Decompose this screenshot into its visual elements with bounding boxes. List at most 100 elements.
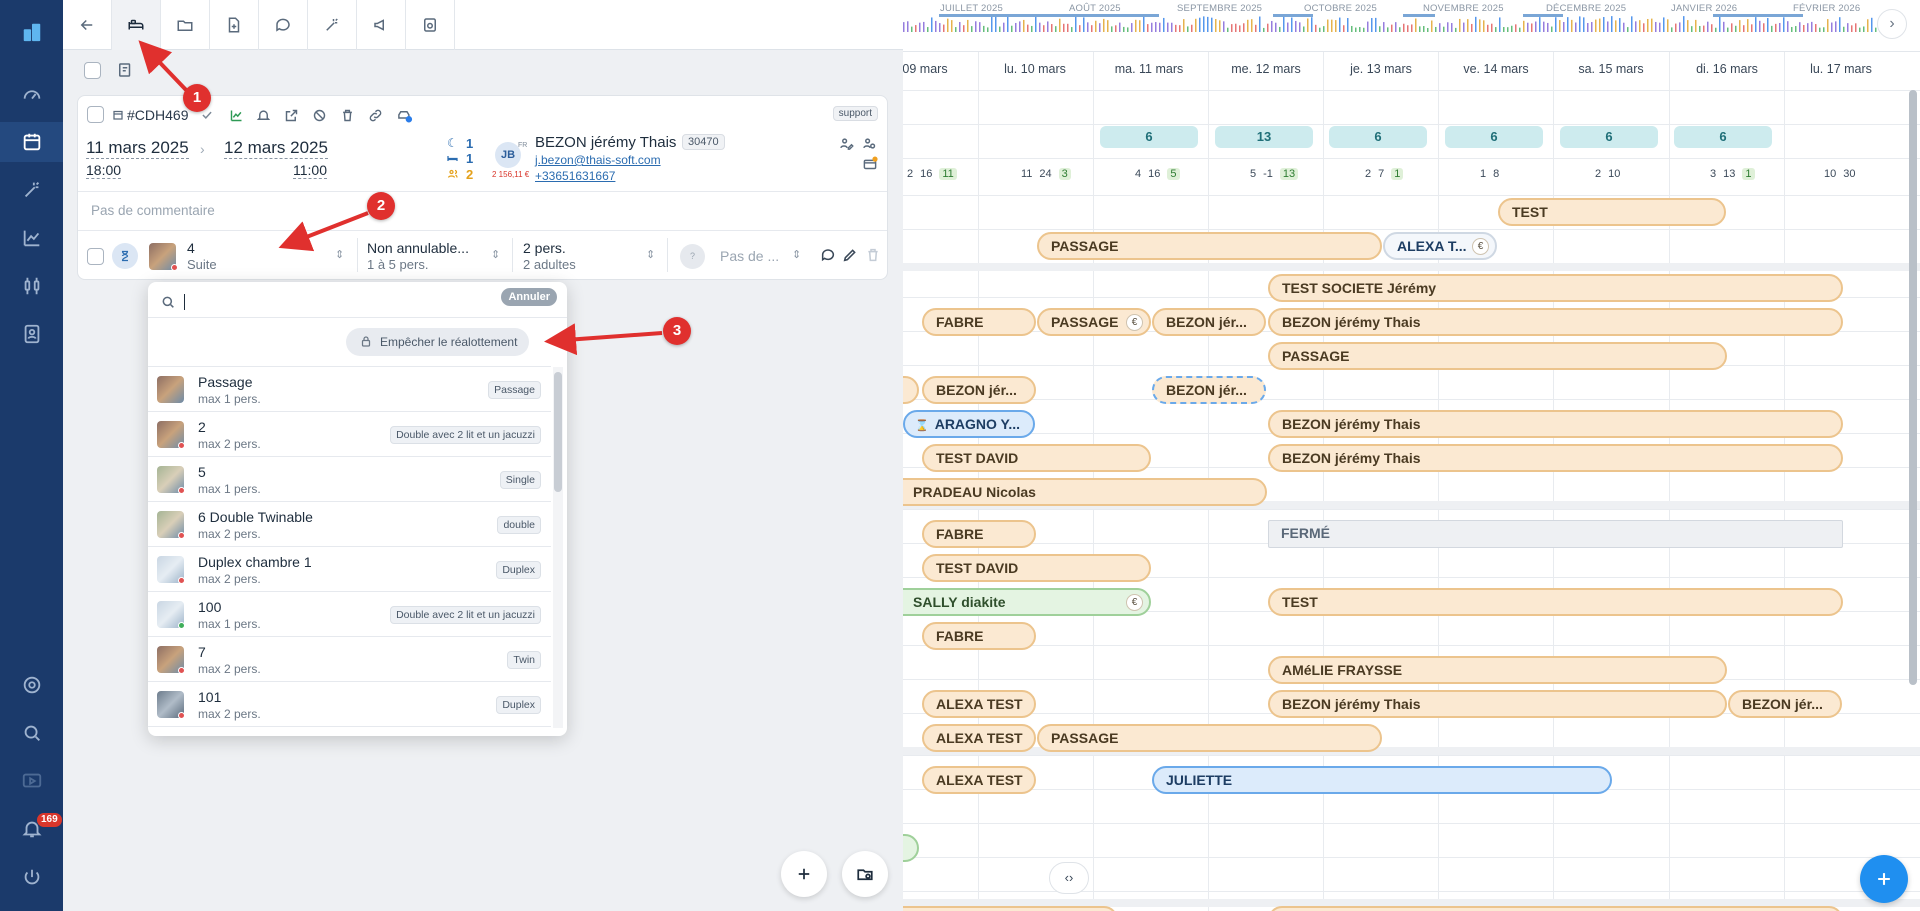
add-booking-button[interactable] bbox=[1860, 855, 1908, 903]
room-option[interactable]: 7 max 2 pers. Twin bbox=[148, 637, 551, 682]
booking-bar[interactable]: ⌛ ARAGNO Y... bbox=[903, 410, 1035, 438]
room-option[interactable]: 2 max 2 pers. Double avec 2 lit et un jacu… bbox=[148, 412, 551, 457]
car-add-icon[interactable] bbox=[396, 108, 413, 123]
booking-bar[interactable]: PRADEAU Nicolas bbox=[903, 478, 1267, 506]
code-toggle-icon[interactable]: ‹› bbox=[1049, 862, 1089, 894]
booking-bar[interactable]: PASSAGE bbox=[1037, 724, 1382, 752]
folder-search-icon[interactable] bbox=[842, 851, 888, 897]
booking-bar[interactable]: BEZON jérémy Thais bbox=[1268, 690, 1727, 718]
booking-bar[interactable] bbox=[1268, 906, 1843, 911]
booking-bar[interactable]: BEZON jér... bbox=[1728, 690, 1842, 718]
trash-icon[interactable] bbox=[865, 247, 881, 263]
link-icon[interactable] bbox=[368, 108, 383, 123]
cancel-search-button[interactable]: Annuler bbox=[501, 288, 557, 306]
back-arrow-icon[interactable] bbox=[63, 0, 112, 50]
hotel-logo-icon[interactable] bbox=[0, 12, 63, 52]
bell-icon[interactable] bbox=[256, 108, 271, 123]
magic-wand-icon[interactable] bbox=[308, 0, 357, 50]
note-select-chevron-icon[interactable]: ⇕ bbox=[792, 248, 801, 261]
stats-chart-icon[interactable] bbox=[0, 218, 63, 258]
booking-bar[interactable]: TEST bbox=[1498, 198, 1726, 226]
folder-icon[interactable] bbox=[161, 0, 210, 50]
day-count-badge[interactable]: 6 bbox=[1329, 126, 1427, 148]
magic-wand-icon[interactable] bbox=[0, 170, 63, 210]
booking-bar[interactable]: FABRE bbox=[922, 520, 1036, 548]
booking-bar[interactable]: ALEXA TEST bbox=[922, 724, 1036, 752]
booking-bar[interactable]: TEST bbox=[1268, 588, 1843, 616]
room-list-scrollbar[interactable] bbox=[553, 367, 563, 728]
search-icon[interactable] bbox=[0, 713, 63, 753]
rate-name[interactable]: Non annulable... bbox=[367, 240, 469, 256]
booking-bar-dragging[interactable]: BEZON jér... bbox=[1152, 376, 1266, 404]
chat-icon[interactable] bbox=[259, 0, 308, 50]
arrival-date[interactable]: 11 mars 2025 bbox=[86, 138, 189, 159]
day-count-badge[interactable]: 6 bbox=[1100, 126, 1198, 148]
booking-bar[interactable]: ALEXA T... € bbox=[1383, 232, 1497, 260]
notes-icon[interactable] bbox=[116, 61, 134, 79]
closed-period-bar[interactable]: FERMÉ bbox=[1268, 520, 1843, 548]
dashboard-icon[interactable] bbox=[0, 74, 63, 114]
booking-bar[interactable]: FABRE bbox=[922, 308, 1036, 336]
booking-bar[interactable]: PASSAGE € bbox=[1037, 308, 1151, 336]
booking-bar[interactable]: TEST DAVID bbox=[922, 444, 1151, 472]
document-add-icon[interactable] bbox=[210, 0, 259, 50]
booking-bar[interactable]: BEZON jér... bbox=[922, 376, 1036, 404]
block-icon[interactable] bbox=[312, 108, 327, 123]
bed-icon[interactable] bbox=[112, 0, 161, 50]
day-count-badge[interactable]: 6 bbox=[1674, 126, 1772, 148]
booking-bar[interactable]: SALLY diakite € bbox=[903, 588, 1151, 616]
power-icon[interactable] bbox=[0, 858, 63, 898]
booking-bar[interactable]: AMéLIE FRAYSSE bbox=[1268, 656, 1727, 684]
calendar-scrollbar[interactable] bbox=[1909, 90, 1917, 685]
line-note[interactable]: Pas de ... bbox=[720, 248, 779, 264]
booking-bar[interactable]: BEZON jérémy Thais bbox=[1268, 410, 1843, 438]
booking-checkbox[interactable] bbox=[87, 106, 104, 123]
add-button[interactable] bbox=[781, 851, 827, 897]
sliders-icon[interactable] bbox=[0, 266, 63, 306]
arrival-time[interactable]: 18:00 bbox=[86, 162, 122, 179]
megaphone-icon[interactable] bbox=[357, 0, 406, 50]
calendar-icon[interactable] bbox=[0, 122, 63, 162]
comment-icon[interactable] bbox=[820, 247, 836, 263]
edit-user-icon[interactable] bbox=[839, 136, 854, 151]
user-search-icon[interactable] bbox=[862, 136, 877, 151]
guest-avatar[interactable]: ? bbox=[680, 244, 705, 269]
booking-bar[interactable]: BEZON jérémy Thais bbox=[1268, 444, 1843, 472]
pencil-icon[interactable] bbox=[842, 247, 858, 263]
chart-line-icon[interactable] bbox=[229, 108, 244, 123]
select-all-checkbox[interactable] bbox=[84, 62, 101, 79]
room-option[interactable]: 100 max 1 pers. Double avec 2 lit et un ja… bbox=[148, 592, 551, 637]
booking-bar[interactable]: PASSAGE bbox=[1037, 232, 1382, 260]
room-option[interactable]: Passage max 1 pers. Passage bbox=[148, 367, 551, 412]
comment-field[interactable]: Pas de commentaire bbox=[91, 203, 215, 218]
room-option[interactable]: 5 max 1 pers. Single bbox=[148, 457, 551, 502]
booking-reference[interactable]: #CDH469 bbox=[127, 107, 188, 123]
video-icon[interactable] bbox=[0, 761, 63, 801]
day-count-badge[interactable]: 13 bbox=[1215, 126, 1313, 148]
booking-bar[interactable]: ALEXA TEST bbox=[922, 766, 1036, 794]
booking-bar[interactable]: TEST DAVID bbox=[922, 554, 1151, 582]
rate-select-chevron-icon[interactable]: ⇕ bbox=[491, 248, 500, 261]
wallet-alert-icon[interactable] bbox=[862, 156, 878, 171]
pax-count[interactable]: 2 pers. bbox=[523, 240, 566, 256]
departure-date[interactable]: 12 mars 2025 bbox=[224, 138, 328, 159]
client-name[interactable]: BEZON jérémy Thais bbox=[535, 134, 676, 151]
timeline-next-button[interactable]: › bbox=[1877, 9, 1907, 39]
booking-bar[interactable]: TEST SOCIETE Jérémy bbox=[1268, 274, 1843, 302]
external-link-icon[interactable] bbox=[284, 108, 299, 123]
client-phone-link[interactable]: +33651631667 bbox=[535, 169, 615, 183]
pax-select-chevron-icon[interactable]: ⇕ bbox=[646, 248, 655, 261]
line-checkbox[interactable] bbox=[87, 248, 104, 265]
help-lifebuoy-icon[interactable] bbox=[0, 665, 63, 705]
booking-bar[interactable]: PASSAGE bbox=[1268, 342, 1727, 370]
booking-bar[interactable]: JULIETTE bbox=[1152, 766, 1612, 794]
booking-bar[interactable]: ALEXA TEST bbox=[922, 690, 1036, 718]
client-email-link[interactable]: j.bezon@thais-soft.com bbox=[535, 153, 661, 167]
room-select-chevron-icon[interactable]: ⇕ bbox=[335, 248, 344, 261]
contact-card-icon[interactable] bbox=[0, 314, 63, 354]
day-count-badge[interactable]: 6 bbox=[1560, 126, 1658, 148]
booking-bar[interactable] bbox=[903, 906, 1118, 911]
hourglass-icon[interactable] bbox=[112, 243, 138, 269]
booking-bar[interactable]: BEZON jérémy Thais bbox=[1268, 308, 1843, 336]
room-number[interactable]: 4 bbox=[187, 240, 195, 256]
